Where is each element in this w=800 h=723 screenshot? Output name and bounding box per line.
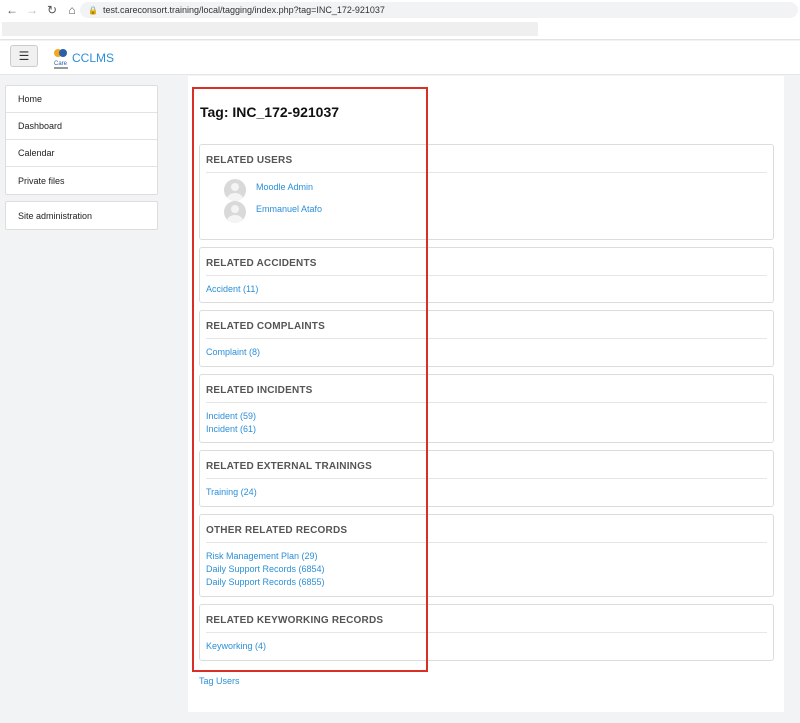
user-link[interactable]: Emmanuel Atafo <box>256 204 322 214</box>
forward-icon[interactable]: → <box>24 2 40 18</box>
address-bar[interactable]: 🔒 test.careconsort.training/local/taggin… <box>80 2 798 18</box>
url-text: test.careconsort.training/local/tagging/… <box>102 5 385 15</box>
divider <box>206 478 767 479</box>
site-brand-link[interactable]: CCLMS <box>72 51 114 65</box>
section-header: RELATED COMPLAINTS <box>206 321 325 332</box>
link-list: Training (24) <box>206 486 257 499</box>
section-header: RELATED USERS <box>206 155 293 166</box>
related-users-card: RELATED USERS Moodle Admin Emmanuel Ataf… <box>199 144 774 240</box>
link-list: Incident (59) Incident (61) <box>206 410 256 436</box>
sidebar-item-calendar[interactable]: Calendar <box>6 140 157 167</box>
sidebar-item-site-administration[interactable]: Site administration <box>6 202 157 229</box>
back-icon[interactable]: ← <box>4 2 20 18</box>
record-link[interactable]: Keyworking (4) <box>206 640 266 653</box>
user-item[interactable]: Moodle Admin <box>224 179 313 201</box>
bookmark-strip <box>0 20 800 40</box>
link-list: Accident (11) <box>206 283 258 296</box>
avatar <box>224 179 246 201</box>
related-trainings-card: RELATED EXTERNAL TRAININGS Training (24) <box>199 450 774 507</box>
home-icon[interactable]: ⌂ <box>64 2 80 18</box>
link-list: Complaint (8) <box>206 346 260 359</box>
menu-toggle-button[interactable]: ☰ <box>10 45 38 67</box>
site-navbar: ☰ Care CCLMS <box>0 41 800 75</box>
user-item[interactable]: Emmanuel Atafo <box>224 201 322 223</box>
related-incidents-card: RELATED INCIDENTS Incident (59) Incident… <box>199 374 774 443</box>
avatar <box>224 201 246 223</box>
sidebar-admin: Site administration <box>5 201 158 230</box>
record-link[interactable]: Incident (61) <box>206 423 256 436</box>
tag-users-link[interactable]: Tag Users <box>199 676 240 686</box>
care-logo-icon[interactable]: Care <box>53 47 69 71</box>
record-link[interactable]: Complaint (8) <box>206 346 260 359</box>
page-title: Tag: INC_172-921037 <box>200 104 340 120</box>
record-link[interactable]: Risk Management Plan (29) <box>206 550 325 563</box>
sidebar-item-dashboard[interactable]: Dashboard <box>6 113 157 140</box>
lock-icon: 🔒 <box>88 5 98 15</box>
record-link[interactable]: Daily Support Records (6854) <box>206 563 325 576</box>
record-link[interactable]: Training (24) <box>206 486 257 499</box>
divider <box>206 542 767 543</box>
divider <box>206 632 767 633</box>
divider <box>206 275 767 276</box>
reload-icon[interactable]: ↻ <box>44 2 60 18</box>
bookmark-placeholder <box>2 22 538 36</box>
sidebar-item-private-files[interactable]: Private files <box>6 167 157 194</box>
related-complaints-card: RELATED COMPLAINTS Complaint (8) <box>199 310 774 367</box>
browser-toolbar: ← → ↻ ⌂ 🔒 test.careconsort.training/loca… <box>0 0 800 20</box>
section-header: RELATED KEYWORKING RECORDS <box>206 615 384 626</box>
section-header: RELATED EXTERNAL TRAININGS <box>206 461 372 472</box>
record-link[interactable]: Daily Support Records (6855) <box>206 576 325 589</box>
record-link[interactable]: Incident (59) <box>206 410 256 423</box>
divider <box>206 338 767 339</box>
link-list: Keyworking (4) <box>206 640 266 653</box>
user-link[interactable]: Moodle Admin <box>256 182 313 192</box>
divider <box>206 172 767 173</box>
link-list: Risk Management Plan (29) Daily Support … <box>206 550 325 589</box>
divider <box>206 402 767 403</box>
svg-text:Care: Care <box>54 61 68 67</box>
section-header: OTHER RELATED RECORDS <box>206 525 348 536</box>
other-records-card: OTHER RELATED RECORDS Risk Management Pl… <box>199 514 774 597</box>
sidebar-item-home[interactable]: Home <box>6 86 157 113</box>
section-header: RELATED ACCIDENTS <box>206 258 317 269</box>
section-header: RELATED INCIDENTS <box>206 385 313 396</box>
sidebar-nav: Home Dashboard Calendar Private files <box>5 85 158 195</box>
related-keyworking-card: RELATED KEYWORKING RECORDS Keyworking (4… <box>199 604 774 661</box>
record-link[interactable]: Accident (11) <box>206 283 258 296</box>
related-accidents-card: RELATED ACCIDENTS Accident (11) <box>199 247 774 303</box>
